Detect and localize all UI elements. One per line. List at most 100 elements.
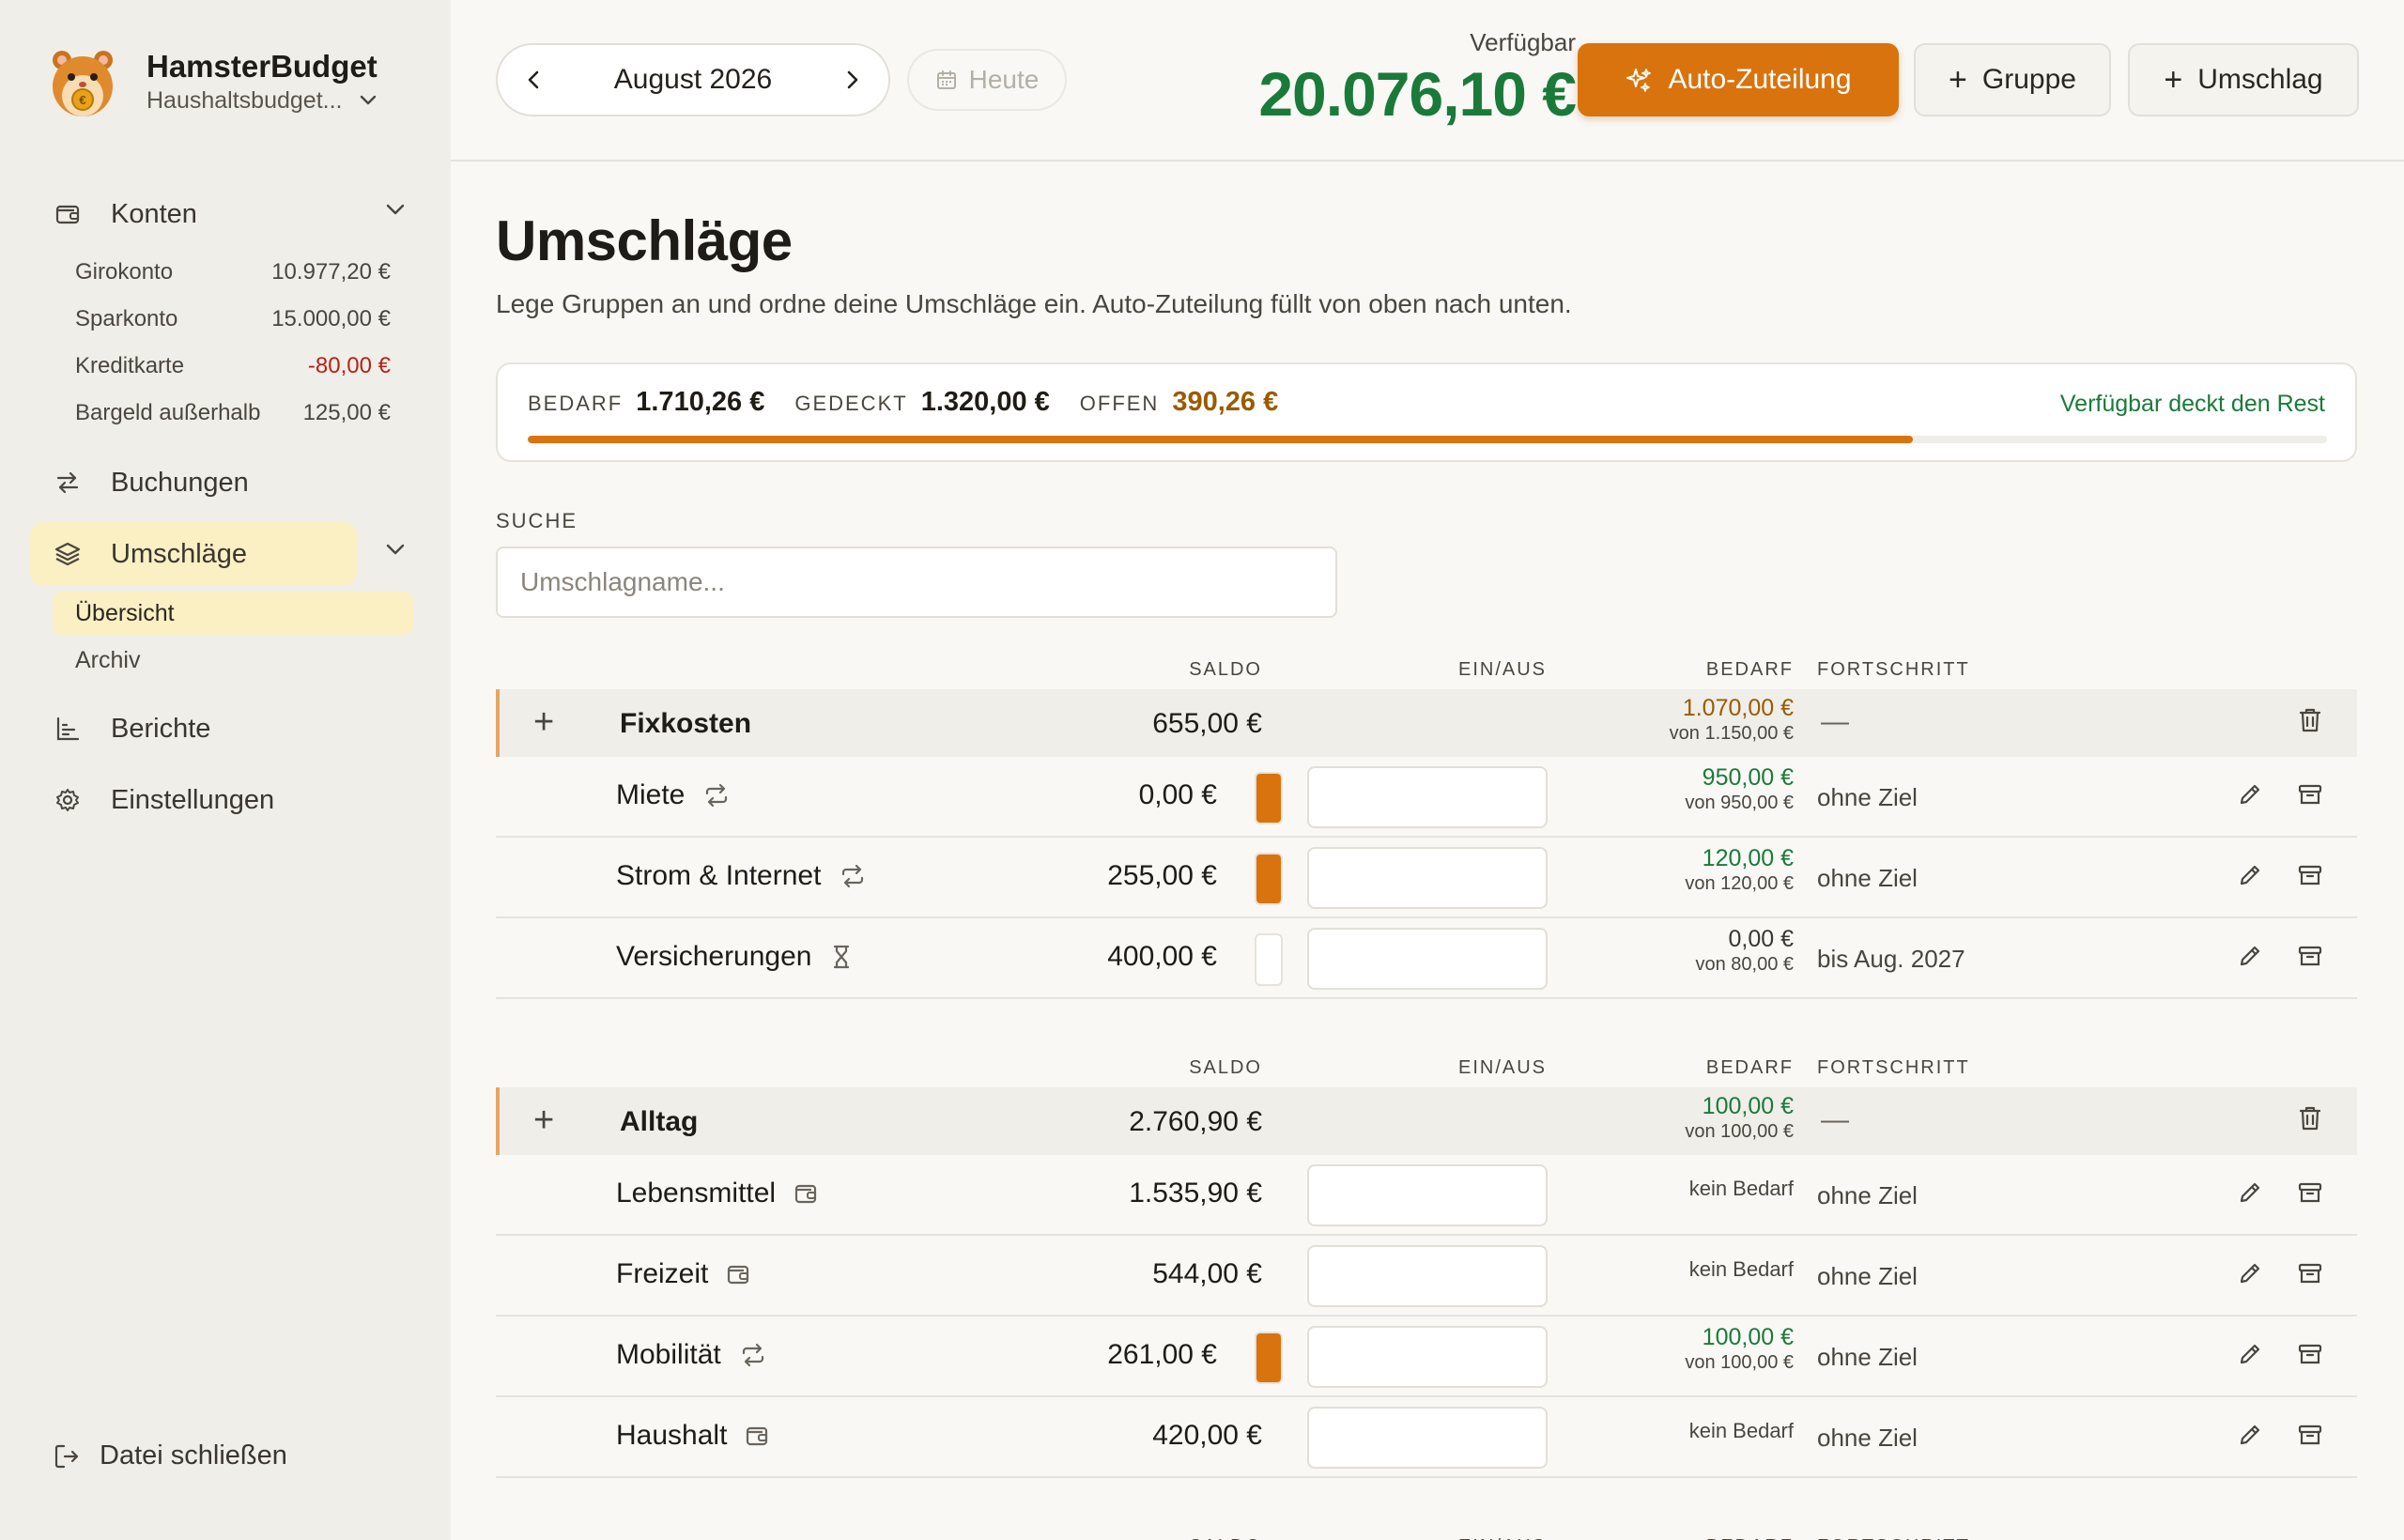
envelope-name: Freizeit xyxy=(616,1258,709,1289)
available-amount: 20.076,10 € xyxy=(1258,59,1577,129)
nav-buchungen[interactable]: Buchungen xyxy=(30,451,357,515)
group-bedarf: 1.070,00 € von 1.150,00 € xyxy=(1670,695,1794,746)
envelope-bedarf: 120,00 € von 120,00 € xyxy=(1685,845,1794,896)
trash-icon[interactable] xyxy=(2297,706,2323,734)
account-item[interactable]: Bargeld außerhalb 125,00 € xyxy=(75,400,391,426)
group-row[interactable]: + Fixkosten 655,00 € 1.070,00 € von 1.15… xyxy=(496,689,2357,757)
chevron-left-icon[interactable] xyxy=(526,69,541,91)
chevron-down-icon[interactable] xyxy=(385,203,406,216)
pencil-icon[interactable] xyxy=(2237,1422,2263,1448)
envelope-row[interactable]: Haushalt 420,00 € kein Bedarf ohne Ziel xyxy=(496,1397,2357,1478)
account-name: Sparkonto xyxy=(75,306,178,331)
chevron-down-icon[interactable] xyxy=(385,543,406,556)
budget-selector[interactable]: Haushaltsbudget... xyxy=(146,85,378,116)
account-balance: 15.000,00 € xyxy=(271,306,391,331)
envelope-name: Mobilität xyxy=(616,1339,721,1370)
pencil-icon[interactable] xyxy=(2237,781,2263,808)
gedeckt-label: GEDECKT xyxy=(794,392,908,415)
envelope-bedarf-target: von 120,00 € xyxy=(1685,873,1794,894)
chevron-down-icon xyxy=(359,94,378,107)
envelope-bedarf: kein Bedarf xyxy=(1689,1163,1794,1206)
envelope-bedarf-target: von 80,00 € xyxy=(1695,954,1794,975)
envelope-name-cell: Haushalt xyxy=(616,1420,770,1452)
plus-icon: + xyxy=(1949,62,1967,98)
envelope-fill-bar xyxy=(1255,1332,1283,1384)
nav-buchungen-label: Buchungen xyxy=(111,467,249,498)
add-group-button[interactable]: + Gruppe xyxy=(1914,43,2111,116)
group-name: Alltag xyxy=(620,1106,699,1137)
add-envelope-to-group-icon[interactable]: + xyxy=(533,1101,554,1141)
brand[interactable]: € HamsterBudget Haushaltsbudget... xyxy=(49,45,378,118)
group-progress: — xyxy=(1821,1104,1849,1135)
archive-icon[interactable] xyxy=(2297,1179,2323,1206)
pencil-icon[interactable] xyxy=(2237,1260,2263,1286)
nav-umschlaege[interactable]: Umschläge xyxy=(30,522,405,586)
group-bedarf-value: 1.070,00 € xyxy=(1682,695,1794,721)
current-month: August 2026 xyxy=(613,64,773,95)
amount-input[interactable] xyxy=(1307,766,1548,828)
archive-icon[interactable] xyxy=(2297,1341,2323,1367)
envelope-fill xyxy=(1256,1333,1281,1382)
amount-input[interactable] xyxy=(1307,1245,1548,1307)
pencil-icon[interactable] xyxy=(2237,943,2263,969)
nav-berichte[interactable]: Berichte xyxy=(30,697,357,761)
envelope-progress: ohne Ziel xyxy=(1817,1181,1918,1209)
calendar-icon xyxy=(935,69,958,91)
pencil-icon[interactable] xyxy=(2237,862,2263,888)
envelope-progress: ohne Ziel xyxy=(1817,783,1918,811)
group-row[interactable]: + Alltag 2.760,90 € 100,00 € von 100,00 … xyxy=(496,1087,2357,1155)
pencil-icon[interactable] xyxy=(2237,1179,2263,1206)
budget-name: Haushaltsbudget... xyxy=(146,87,343,114)
chevron-right-icon[interactable] xyxy=(845,69,860,91)
amount-input[interactable] xyxy=(1307,1326,1548,1388)
envelope-bedarf-none: kein Bedarf xyxy=(1688,1257,1794,1281)
pencil-icon[interactable] xyxy=(2237,1341,2263,1367)
col-einaus: EIN/AUS xyxy=(1458,1057,1548,1078)
archive-icon[interactable] xyxy=(2297,781,2323,808)
close-file-button[interactable]: Datei schließen xyxy=(53,1440,287,1471)
amount-input[interactable] xyxy=(1307,1407,1548,1469)
envelope-row[interactable]: Mobilität 261,00 € 100,00 € von 100,00 €… xyxy=(496,1317,2357,1397)
amount-input[interactable] xyxy=(1307,1164,1548,1226)
amount-input[interactable] xyxy=(1307,847,1548,909)
account-name: Kreditkarte xyxy=(75,353,185,378)
nav-umschlaege-label: Umschläge xyxy=(111,538,248,569)
nav-einstellungen-label: Einstellungen xyxy=(111,784,275,815)
envelope-name-cell: Strom & Internet xyxy=(616,860,868,892)
account-item[interactable]: Kreditkarte -80,00 € xyxy=(75,353,391,379)
add-envelope-button[interactable]: + Umschlag xyxy=(2128,43,2359,116)
auto-allocate-button[interactable]: Auto-Zuteilung xyxy=(1578,43,1899,116)
archive-icon[interactable] xyxy=(2297,943,2323,969)
column-header-row: SALDO EIN/AUS BEDARF FORTSCHRITT xyxy=(496,1046,2357,1087)
subnav-uebersicht[interactable]: Übersicht xyxy=(53,592,413,635)
envelope-row[interactable]: Versicherungen 400,00 € 0,00 € von 80,00… xyxy=(496,918,2357,999)
amount-input[interactable] xyxy=(1307,928,1548,990)
account-item[interactable]: Sparkonto 15.000,00 € xyxy=(75,306,391,332)
wallet-icon xyxy=(49,201,86,227)
envelope-row[interactable]: Miete 0,00 € 950,00 € von 950,00 € ohne … xyxy=(496,757,2357,838)
search-input[interactable] xyxy=(496,547,1337,618)
repeat-icon xyxy=(738,1342,768,1368)
nav-konten[interactable]: Konten xyxy=(30,182,405,246)
subnav-archiv[interactable]: Archiv xyxy=(53,639,413,682)
nav-einstellungen[interactable]: Einstellungen xyxy=(30,768,357,832)
envelope-name-cell: Versicherungen xyxy=(616,941,855,973)
envelope-row[interactable]: Strom & Internet 255,00 € 120,00 € von 1… xyxy=(496,838,2357,918)
envelope-row[interactable]: Lebensmittel 1.535,90 € kein Bedarf ohne… xyxy=(496,1155,2357,1236)
envelope-saldo: 255,00 € xyxy=(1107,860,1217,891)
envelope-name: Versicherungen xyxy=(616,941,812,972)
add-envelope-to-group-icon[interactable]: + xyxy=(533,702,554,743)
envelope-fill-bar xyxy=(1255,853,1283,905)
envelope-row[interactable]: Freizeit 544,00 € kein Bedarf ohne Ziel xyxy=(496,1236,2357,1317)
svg-text:€: € xyxy=(79,93,85,107)
archive-icon[interactable] xyxy=(2297,862,2323,888)
archive-icon[interactable] xyxy=(2297,1422,2323,1448)
add-envelope-label: Umschlag xyxy=(2197,64,2323,95)
envelope-bedarf-none: kein Bedarf xyxy=(1688,1419,1794,1442)
today-button[interactable]: Heute xyxy=(907,49,1067,111)
trash-icon[interactable] xyxy=(2297,1104,2323,1132)
app-title: HamsterBudget xyxy=(146,49,378,84)
archive-icon[interactable] xyxy=(2297,1260,2323,1286)
envelope-progress: ohne Ziel xyxy=(1817,1424,1918,1452)
account-item[interactable]: Girokonto 10.977,20 € xyxy=(75,259,391,285)
